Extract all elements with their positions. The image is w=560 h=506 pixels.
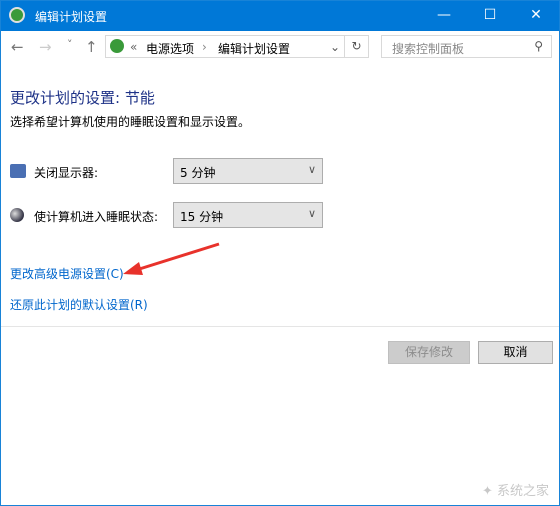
save-changes-button[interactable]: 保存修改: [388, 341, 470, 364]
maximize-button[interactable]: ☐: [467, 1, 513, 31]
display-off-label: 关闭显示器:: [34, 166, 99, 180]
search-placeholder: 搜索控制面板: [392, 42, 465, 56]
moon-icon: [10, 208, 24, 222]
forward-button[interactable]: →: [39, 38, 52, 56]
chevron-down-icon: ∨: [307, 163, 316, 176]
display-off-value: 5 分钟: [180, 166, 216, 180]
minimize-button[interactable]: —: [421, 1, 467, 31]
address-bar[interactable]: « 电源选项 › 编辑计划设置 ⌄: [105, 35, 345, 58]
breadcrumb-power-options[interactable]: 电源选项: [146, 40, 194, 57]
sleep-select[interactable]: 15 分钟 ∨: [173, 202, 323, 228]
refresh-button[interactable]: ↻: [345, 35, 369, 58]
back-button[interactable]: ←: [11, 38, 24, 56]
page-subtitle: 选择希望计算机使用的睡眠设置和显示设置。: [10, 115, 251, 129]
annotation-arrow: [123, 242, 220, 275]
close-button[interactable]: ✕: [513, 1, 559, 31]
divider: [1, 326, 559, 327]
window-title: 编辑计划设置: [35, 10, 108, 24]
recent-locations-button[interactable]: ˅: [67, 38, 73, 51]
page-title: 更改计划的设置: 节能: [10, 89, 155, 107]
chevron-down-icon: ∨: [307, 207, 316, 220]
search-icon[interactable]: ⚲: [534, 39, 543, 53]
breadcrumb-overflow[interactable]: «: [130, 40, 137, 54]
monitor-clock-icon: [10, 164, 26, 178]
sleep-label: 使计算机进入睡眠状态:: [34, 210, 159, 224]
title-bar: 编辑计划设置 — ☐ ✕: [1, 1, 559, 31]
power-options-icon: [9, 7, 25, 23]
sleep-value: 15 分钟: [180, 210, 224, 224]
breadcrumb-edit-plan[interactable]: 编辑计划设置: [218, 40, 290, 57]
display-off-select[interactable]: 5 分钟 ∨: [173, 158, 323, 184]
watermark-logo: ✦ 系统之家: [481, 484, 549, 499]
restore-defaults-link[interactable]: 还原此计划的默认设置(R): [10, 296, 148, 313]
up-button[interactable]: ↑: [85, 38, 98, 56]
advanced-power-settings-link[interactable]: 更改高级电源设置(C): [10, 265, 124, 282]
address-dropdown-button[interactable]: ⌄: [330, 40, 340, 54]
cancel-button[interactable]: 取消: [478, 341, 553, 364]
power-options-icon: [110, 39, 124, 53]
breadcrumb-separator[interactable]: ›: [202, 40, 207, 54]
search-input[interactable]: 搜索控制面板 ⚲: [381, 35, 552, 58]
